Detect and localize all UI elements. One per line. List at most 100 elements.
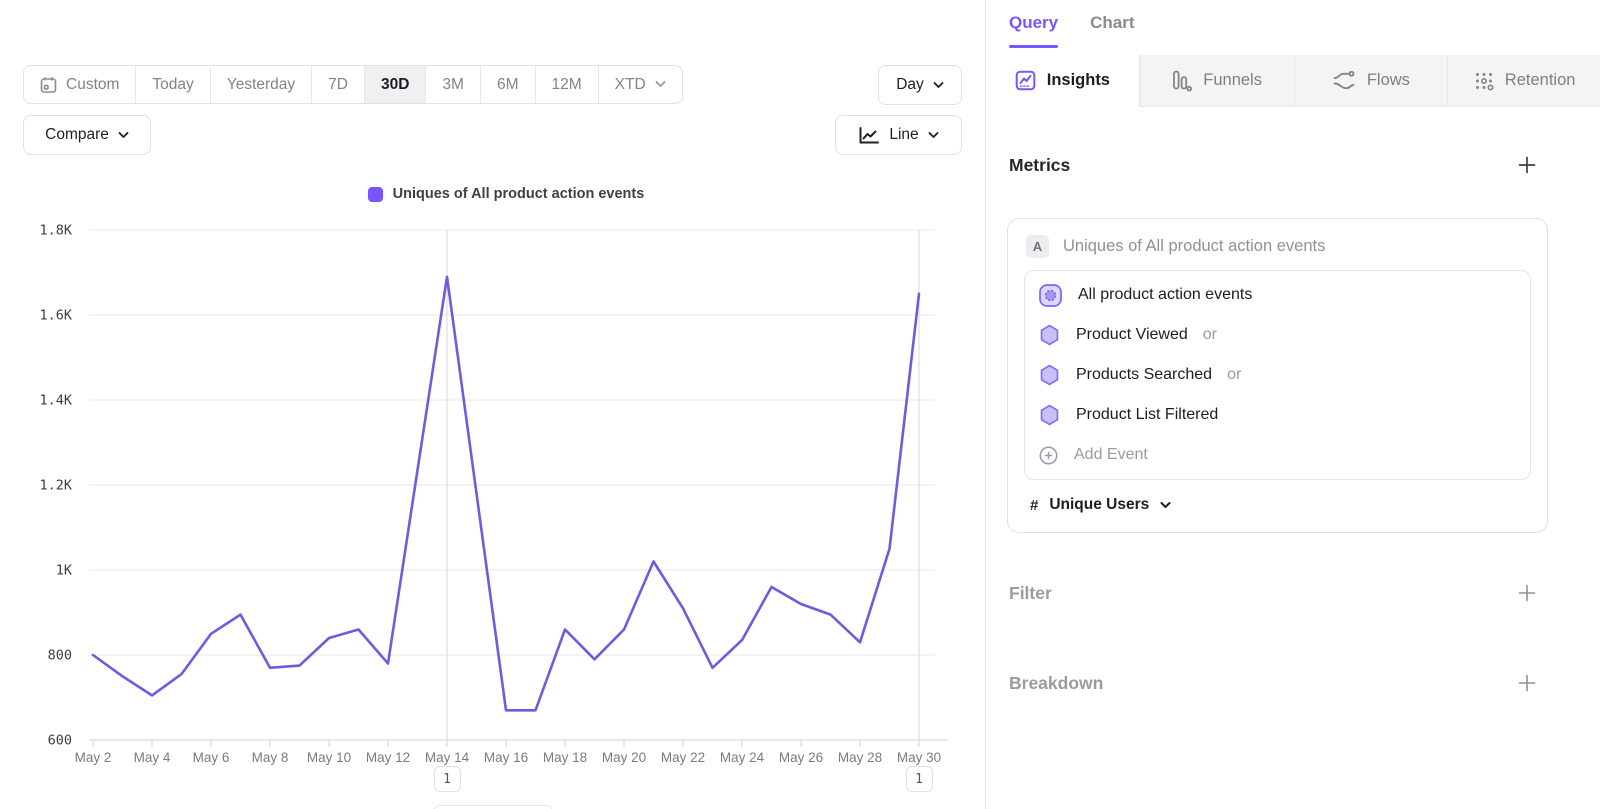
report-tab-label: Flows	[1367, 71, 1410, 90]
legend-label: Uniques of All product action events	[393, 186, 645, 202]
x-axis-tick-label: May 24	[720, 750, 765, 765]
report-type-tabs: Insights Funnels Flows Retention	[986, 55, 1600, 107]
add-breakdown-button[interactable]	[1517, 673, 1537, 693]
range-custom[interactable]: Custom	[24, 66, 135, 103]
compare-dropdown[interactable]: Compare	[23, 115, 151, 155]
x-axis-tick-label: May 16	[484, 750, 528, 765]
panel-tab-chart[interactable]: Chart	[1090, 13, 1134, 45]
series-line[interactable]	[93, 277, 919, 711]
insights-icon	[1015, 70, 1036, 91]
chart-type-label: Line	[889, 126, 918, 144]
metric-summary-label: Uniques of All product action events	[1063, 237, 1325, 256]
y-axis-tick-label: 1.6K	[39, 308, 72, 324]
report-tab-funnels[interactable]: Funnels	[1140, 55, 1294, 107]
y-axis-tick-label: 800	[48, 648, 72, 664]
flows-icon	[1332, 71, 1356, 91]
measurement-label: Unique Users	[1049, 496, 1149, 514]
y-axis-tick-label: 1.2K	[39, 478, 72, 494]
filter-section-title: Filter	[1009, 583, 1052, 604]
event-row[interactable]: Products Searched or	[1025, 355, 1530, 395]
report-tab-flows[interactable]: Flows	[1294, 55, 1448, 107]
x-axis-tick-label: May 2	[75, 750, 112, 765]
event-row[interactable]: All product action events	[1025, 275, 1530, 315]
annotation-popover-cutoff[interactable]	[432, 805, 554, 809]
add-event-label: Add Event	[1074, 446, 1148, 464]
range-label: XTD	[615, 76, 646, 94]
x-axis-tick-label: May 26	[779, 750, 823, 765]
x-axis-tick-label: May 4	[134, 750, 171, 765]
x-axis-tick-label: May 8	[252, 750, 289, 765]
report-tab-label: Insights	[1047, 71, 1110, 90]
granularity-dropdown[interactable]: Day	[878, 65, 962, 105]
panel-header-tabs: Query Chart	[1009, 13, 1135, 45]
funnels-icon	[1172, 70, 1192, 92]
range-label: 30D	[381, 76, 409, 94]
annotation-marker[interactable]: 1	[906, 766, 933, 792]
panel-tab-query[interactable]: Query	[1009, 13, 1058, 45]
report-tab-retention[interactable]: Retention	[1447, 55, 1600, 107]
chart-type-dropdown[interactable]: Line	[835, 115, 962, 155]
x-axis-tick-label: May 12	[366, 750, 410, 765]
retention-icon	[1474, 71, 1494, 91]
calendar-icon	[40, 76, 57, 94]
x-axis-tick-label: May 22	[661, 750, 705, 765]
event-operator: or	[1203, 326, 1217, 344]
range-xtd[interactable]: XTD	[598, 66, 682, 103]
range-label: 6M	[497, 76, 519, 94]
event-row[interactable]: Product Viewed or	[1025, 315, 1530, 355]
chevron-down-icon	[118, 132, 129, 139]
x-axis-tick-label: May 6	[193, 750, 230, 765]
add-metric-button[interactable]	[1517, 155, 1537, 175]
y-axis-tick-label: 1K	[56, 563, 73, 579]
legend-swatch	[368, 187, 383, 202]
event-label: Products Searched	[1076, 366, 1212, 384]
report-tab-label: Funnels	[1203, 71, 1262, 90]
x-axis-tick-label: May 28	[838, 750, 882, 765]
events-list: All product action events Product Viewed o…	[1024, 270, 1531, 480]
add-circle-icon	[1038, 445, 1059, 466]
annotation-marker[interactable]: 1	[434, 766, 461, 792]
y-axis-tick-label: 1.8K	[39, 223, 72, 239]
add-filter-button[interactable]	[1517, 583, 1537, 603]
y-axis-tick-label: 600	[48, 733, 72, 749]
metric-badge: A	[1026, 235, 1049, 258]
range-6m[interactable]: 6M	[480, 66, 535, 103]
range-7d[interactable]: 7D	[311, 66, 364, 103]
range-label: Yesterday	[227, 76, 295, 94]
event-hexagon-icon	[1038, 323, 1061, 347]
range-12m[interactable]: 12M	[535, 66, 598, 103]
metric-card: A Uniques of All product action events A…	[1007, 218, 1548, 533]
x-axis-tick-label: May 30	[897, 750, 941, 765]
event-operator: or	[1227, 366, 1241, 384]
report-tab-insights[interactable]: Insights	[986, 55, 1140, 107]
report-tab-label: Retention	[1505, 71, 1576, 90]
y-axis-tick-label: 1.4K	[39, 393, 72, 409]
range-3m[interactable]: 3M	[425, 66, 480, 103]
breakdown-section-title: Breakdown	[1009, 673, 1103, 694]
range-label: 12M	[552, 76, 582, 94]
measurement-dropdown[interactable]: # Unique Users	[1024, 480, 1531, 516]
x-axis-tick-label: May 14	[425, 750, 470, 765]
query-panel: Query Chart Insights Funnels Flows Retention…	[985, 0, 1600, 809]
granularity-label: Day	[896, 76, 924, 94]
chevron-down-icon	[655, 81, 666, 88]
metric-summary-row[interactable]: A Uniques of All product action events	[1024, 233, 1531, 270]
chevron-down-icon	[928, 132, 939, 139]
chart-legend[interactable]: Uniques of All product action events	[93, 186, 919, 202]
chevron-down-icon	[933, 82, 944, 89]
add-event-button[interactable]: Add Event	[1025, 435, 1530, 475]
event-hexagon-icon	[1038, 363, 1061, 387]
range-30d[interactable]: 30D	[364, 66, 425, 103]
event-label: Product Viewed	[1076, 326, 1188, 344]
compare-label: Compare	[45, 126, 109, 144]
range-label: Today	[152, 76, 193, 94]
event-hexagon-icon	[1038, 403, 1061, 427]
chevron-down-icon	[1160, 502, 1171, 509]
event-row[interactable]: Product List Filtered	[1025, 395, 1530, 435]
range-yesterday[interactable]: Yesterday	[210, 66, 311, 103]
line-chart[interactable]: 600 800 1K 1.2K 1.4K 1.6K 1.8K May 2 May 4 May 6 M…	[0, 210, 985, 772]
event-group-icon	[1038, 283, 1063, 308]
x-axis-tick-label: May 20	[602, 750, 646, 765]
range-today[interactable]: Today	[135, 66, 209, 103]
range-label: 7D	[328, 76, 348, 94]
